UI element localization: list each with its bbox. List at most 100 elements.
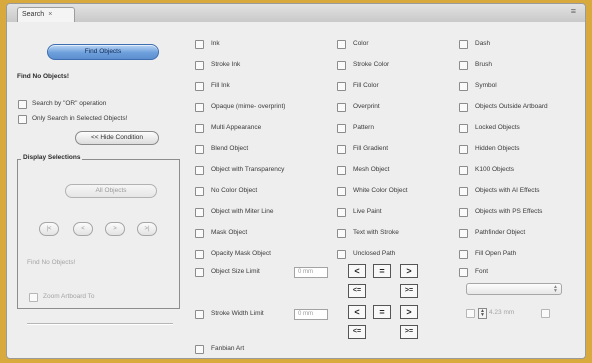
divider	[27, 323, 173, 325]
mask-object-checkbox[interactable]	[195, 229, 204, 238]
panel-tab-bar: Search × ≡	[7, 4, 585, 23]
first-result-button[interactable]: |<	[39, 222, 59, 236]
hide-condition-button[interactable]: << Hide Condition	[75, 131, 159, 145]
locked-objects-checkbox[interactable]	[459, 124, 468, 133]
pattern-checkbox[interactable]	[337, 124, 346, 133]
brush-checkbox[interactable]	[459, 61, 468, 70]
ai-effects-checkbox[interactable]	[459, 187, 468, 196]
miter-line-checkbox[interactable]	[195, 208, 204, 217]
ai-effects-label: Objects with AI Effects	[475, 187, 540, 194]
white-color-label: White Color Object	[353, 187, 408, 194]
blend-object-checkbox[interactable]	[195, 145, 204, 154]
hidden-objects-checkbox[interactable]	[459, 145, 468, 154]
size-less-equal-button[interactable]: <=	[348, 284, 366, 298]
ps-effects-checkbox[interactable]	[459, 208, 468, 217]
opacity-mask-checkbox[interactable]	[195, 250, 204, 259]
fill-ink-checkbox[interactable]	[195, 82, 204, 91]
overprint-label: Overprint	[353, 103, 380, 110]
color-checkbox[interactable]	[337, 40, 346, 49]
select-arrows-icon: ▲ ▼	[553, 284, 558, 294]
size-less-than-button[interactable]: <	[348, 264, 366, 278]
overprint-checkbox[interactable]	[337, 103, 346, 112]
fill-open-path-checkbox[interactable]	[459, 250, 468, 259]
text-stroke-checkbox[interactable]	[337, 229, 346, 238]
outside-artboard-checkbox[interactable]	[459, 103, 468, 112]
object-size-limit-label: Object Size Limit	[211, 268, 260, 275]
color-label: Color	[353, 40, 369, 47]
pathfinder-checkbox[interactable]	[459, 229, 468, 238]
stroke-equal-button[interactable]: =	[373, 305, 391, 319]
symbol-checkbox[interactable]	[459, 82, 468, 91]
stroke-color-label: Stroke Color	[353, 61, 390, 68]
object-size-limit-checkbox[interactable]	[195, 268, 204, 277]
find-objects-button[interactable]: Find Objects	[47, 44, 159, 60]
stroke-width-limit-checkbox[interactable]	[195, 310, 204, 319]
k100-objects-checkbox[interactable]	[459, 166, 468, 175]
font-size-unit-toggle[interactable]	[541, 309, 550, 318]
panel-content: Find Objects Find No Objects! Search by …	[7, 22, 585, 358]
stroke-greater-equal-button[interactable]: >=	[400, 325, 418, 339]
all-objects-button[interactable]: All Objects	[65, 184, 157, 198]
opacity-mask-label: Opacity Mask Object	[211, 250, 271, 257]
stroke-color-checkbox[interactable]	[337, 61, 346, 70]
dash-label: Dash	[475, 40, 491, 47]
opaque-label: Opaque (mime- overprint)	[211, 103, 286, 110]
font-size-checkbox[interactable]	[466, 309, 475, 318]
font-select[interactable]: ▲ ▼	[466, 283, 562, 295]
fill-color-checkbox[interactable]	[337, 82, 346, 91]
brush-label: Brush	[475, 61, 492, 68]
stroke-ink-checkbox[interactable]	[195, 61, 204, 70]
fanbian-art-checkbox[interactable]	[195, 345, 204, 354]
mask-object-label: Mask Object	[211, 229, 248, 236]
ink-label: Ink	[211, 40, 220, 47]
stroke-ink-label: Stroke Ink	[211, 61, 241, 68]
object-size-limit-input[interactable]: 0 mm	[294, 267, 328, 278]
fill-open-path-label: Fill Open Path	[475, 250, 517, 257]
transparency-checkbox[interactable]	[195, 166, 204, 175]
last-result-button[interactable]: >|	[137, 222, 157, 236]
fill-ink-label: Fill Ink	[211, 82, 230, 89]
multi-appearance-checkbox[interactable]	[195, 124, 204, 133]
or-operation-label: Search by "OR" operation	[32, 100, 107, 107]
tab-label: Search	[22, 11, 45, 18]
size-greater-than-button[interactable]: >	[400, 264, 418, 278]
miter-line-label: Object with Miter Line	[211, 208, 274, 215]
zoom-artboard-checkbox[interactable]	[29, 293, 38, 302]
size-equal-button[interactable]: =	[373, 264, 391, 278]
text-stroke-label: Text with Stroke	[353, 229, 399, 236]
next-result-button[interactable]: >	[105, 222, 125, 236]
stroke-width-limit-input[interactable]: 0 mm	[294, 309, 328, 320]
outside-artboard-label: Objects Outside Artboard	[475, 103, 548, 110]
unclosed-path-checkbox[interactable]	[337, 250, 346, 259]
ink-checkbox[interactable]	[195, 40, 204, 49]
multi-appearance-label: Multi Appearance	[211, 124, 262, 131]
panel-menu-icon[interactable]: ≡	[571, 6, 576, 16]
stroke-less-equal-button[interactable]: <=	[348, 325, 366, 339]
no-color-checkbox[interactable]	[195, 187, 204, 196]
selected-only-checkbox[interactable]	[18, 115, 27, 124]
mesh-object-label: Mesh Object	[353, 166, 390, 173]
font-label: Font	[475, 268, 489, 275]
mesh-object-checkbox[interactable]	[337, 166, 346, 175]
fill-gradient-checkbox[interactable]	[337, 145, 346, 154]
or-operation-checkbox[interactable]	[18, 100, 27, 109]
tab-search[interactable]: Search ×	[17, 7, 75, 22]
fanbian-art-label: Fanbian Art	[211, 345, 245, 352]
close-icon[interactable]: ×	[48, 11, 52, 18]
live-paint-checkbox[interactable]	[337, 208, 346, 217]
unclosed-path-label: Unclosed Path	[353, 250, 396, 257]
dash-checkbox[interactable]	[459, 40, 468, 49]
stroke-greater-than-button[interactable]: >	[400, 305, 418, 319]
live-paint-label: Live Paint	[353, 208, 382, 215]
no-color-label: No Color Object	[211, 187, 258, 194]
prev-result-button[interactable]: <	[73, 222, 93, 236]
opaque-checkbox[interactable]	[195, 103, 204, 112]
stroke-less-than-button[interactable]: <	[348, 305, 366, 319]
white-color-checkbox[interactable]	[337, 187, 346, 196]
size-greater-equal-button[interactable]: >=	[400, 284, 418, 298]
fill-gradient-label: Fill Gradient	[353, 145, 389, 152]
pattern-label: Pattern	[353, 124, 374, 131]
font-size-stepper[interactable]: ▲ ▼	[478, 308, 487, 319]
font-checkbox[interactable]	[459, 268, 468, 277]
font-size-value: 4.23 mm	[489, 309, 515, 316]
